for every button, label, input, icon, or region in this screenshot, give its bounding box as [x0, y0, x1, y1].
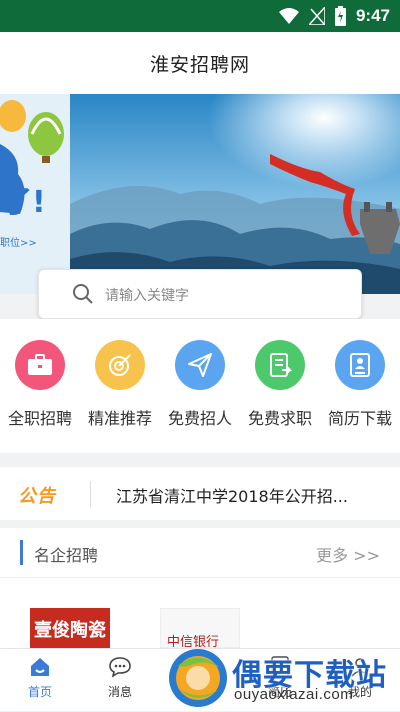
balloon-illustration: 了!	[0, 94, 70, 294]
status-icons: 9:47	[278, 6, 390, 26]
briefcase-icon	[15, 340, 65, 390]
quick-action-resume-download[interactable]: 简历下载	[320, 340, 400, 429]
search-icon	[72, 283, 94, 309]
document-icon	[255, 340, 305, 390]
nav-label: 首页	[27, 685, 52, 699]
section-accent-bar	[20, 540, 23, 565]
announcement-tag: 公告	[18, 486, 56, 507]
nav-messages[interactable]: 消息	[80, 649, 160, 712]
more-link[interactable]: 更多 >>	[316, 542, 380, 566]
search-input[interactable]: 请输入关键字	[105, 285, 189, 305]
status-bar: 9:47	[0, 0, 400, 32]
quick-action-free-job[interactable]: 免费求职	[240, 340, 320, 429]
quick-action-label: 免费求职	[247, 409, 312, 428]
quick-action-label: 简历下载	[327, 409, 392, 428]
famous-companies-section: 名企招聘 更多 >> 壹俊陶瓷 中信银行	[0, 528, 400, 648]
nav-home[interactable]: 首页	[0, 649, 80, 712]
title-bar: 淮安招聘网	[0, 32, 400, 94]
quick-action-label: 精准推荐	[87, 409, 152, 428]
banner-prev-slide[interactable]: 了! 职位>>	[0, 94, 70, 294]
home-icon	[0, 655, 80, 681]
nav-label: 消息	[107, 685, 132, 699]
quick-actions: 全职招聘 精准推荐 免费招人 免费求职 简历下载	[0, 319, 400, 453]
quick-action-fulltime[interactable]: 全职招聘	[0, 340, 80, 429]
banner-main-image[interactable]	[70, 94, 400, 294]
app-title: 淮安招聘网	[149, 54, 250, 76]
watermark-logo-icon	[169, 649, 227, 707]
company-logo[interactable]: 壹俊陶瓷	[30, 608, 110, 648]
quick-action-label: 全职招聘	[7, 409, 72, 428]
watermark: 偶要下载站 ouyaoxiazai.com	[160, 640, 400, 711]
announcement-text[interactable]: 江苏省清江中学2018年公开招...	[116, 483, 348, 507]
banner-carousel[interactable]: 了! 职位>>	[0, 94, 400, 294]
section-title: 名企招聘	[34, 546, 99, 565]
chat-icon	[80, 655, 160, 681]
paper-plane-icon	[175, 340, 225, 390]
wifi-icon	[278, 8, 299, 24]
target-icon	[95, 340, 145, 390]
quick-action-label: 免费招人	[167, 409, 232, 428]
battery-icon	[334, 6, 346, 26]
status-time: 9:47	[355, 6, 390, 25]
divider	[90, 481, 91, 507]
svg-text:了!: 了!	[2, 185, 46, 220]
signal-icon	[308, 7, 325, 25]
quick-action-free-hire[interactable]: 免费招人	[160, 340, 240, 429]
watermark-url: ouyaoxiazai.com	[234, 686, 354, 703]
resume-icon	[335, 340, 385, 390]
banner-left-text: 职位>>	[0, 238, 37, 249]
search-bar[interactable]: 请输入关键字	[38, 269, 362, 319]
announcement-bar[interactable]: 公告 江苏省清江中学2018年公开招...	[0, 467, 400, 520]
quick-action-recommend[interactable]: 精准推荐	[80, 340, 160, 429]
mountain-landscape-image	[70, 94, 400, 294]
section-header: 名企招聘 更多 >>	[0, 528, 400, 578]
